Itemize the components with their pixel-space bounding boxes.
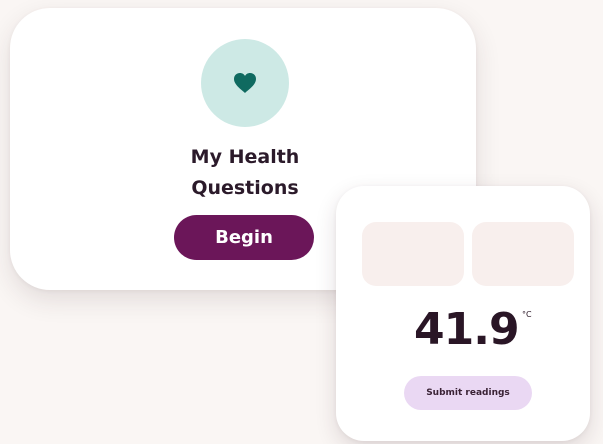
reading-placeholder-right: [472, 222, 574, 286]
title-line-1: My Health: [190, 146, 300, 168]
submit-readings-button[interactable]: Submit readings: [404, 376, 532, 410]
begin-button[interactable]: Begin: [174, 215, 314, 260]
temperature-value: 41.9: [414, 304, 520, 355]
readings-card: 41.9 °C Submit readings: [336, 186, 590, 441]
heart-icon-circle: [201, 39, 289, 127]
reading-placeholder-left: [362, 222, 464, 286]
title-line-2: Questions: [191, 177, 299, 199]
temperature-unit: °C: [522, 310, 532, 319]
heart-icon: [234, 73, 256, 93]
health-questions-title: My Health Questions: [140, 142, 350, 204]
